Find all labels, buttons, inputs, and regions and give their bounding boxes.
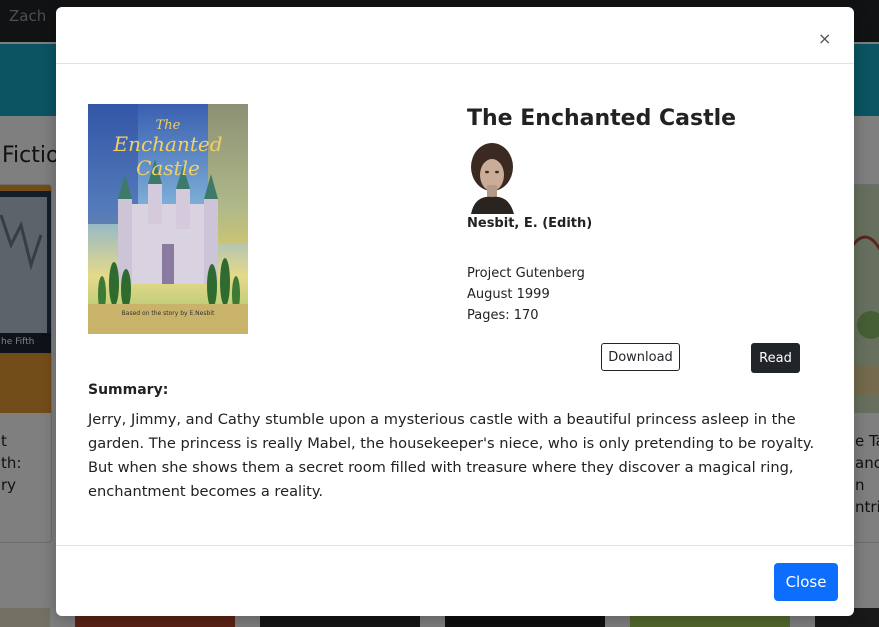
modal-body: The Enchanted Castle Based on the story …	[56, 64, 854, 545]
book-title: The Enchanted Castle	[467, 106, 737, 131]
modal-header: ×	[56, 7, 854, 64]
cover-credit: Based on the story by E.Nesbit	[121, 310, 215, 317]
modal-footer: Close	[56, 545, 854, 617]
cover-title-line: Enchanted	[113, 132, 223, 156]
close-button[interactable]: Close	[774, 563, 838, 601]
cover-title-line: Castle	[136, 156, 200, 180]
cover-title-line: The	[155, 118, 181, 133]
summary-text: Jerry, Jimmy, and Cathy stumble upon a m…	[88, 411, 815, 500]
author-name: Nesbit, E. (Edith)	[467, 216, 593, 231]
close-icon[interactable]: ×	[818, 31, 831, 47]
book-details-modal: × The Enchanted Castle Based on the stor…	[56, 7, 854, 616]
read-button[interactable]: Read	[751, 343, 800, 373]
book-cover-image: The Enchanted Castle Based on the story …	[88, 104, 248, 334]
author-photo	[467, 141, 518, 214]
summary-label: Summary:	[88, 382, 169, 398]
download-button[interactable]: Download	[601, 343, 680, 371]
publish-date: August 1999	[467, 287, 550, 302]
publisher: Project Gutenberg	[467, 266, 585, 281]
page-count: Pages: 170	[467, 308, 539, 323]
